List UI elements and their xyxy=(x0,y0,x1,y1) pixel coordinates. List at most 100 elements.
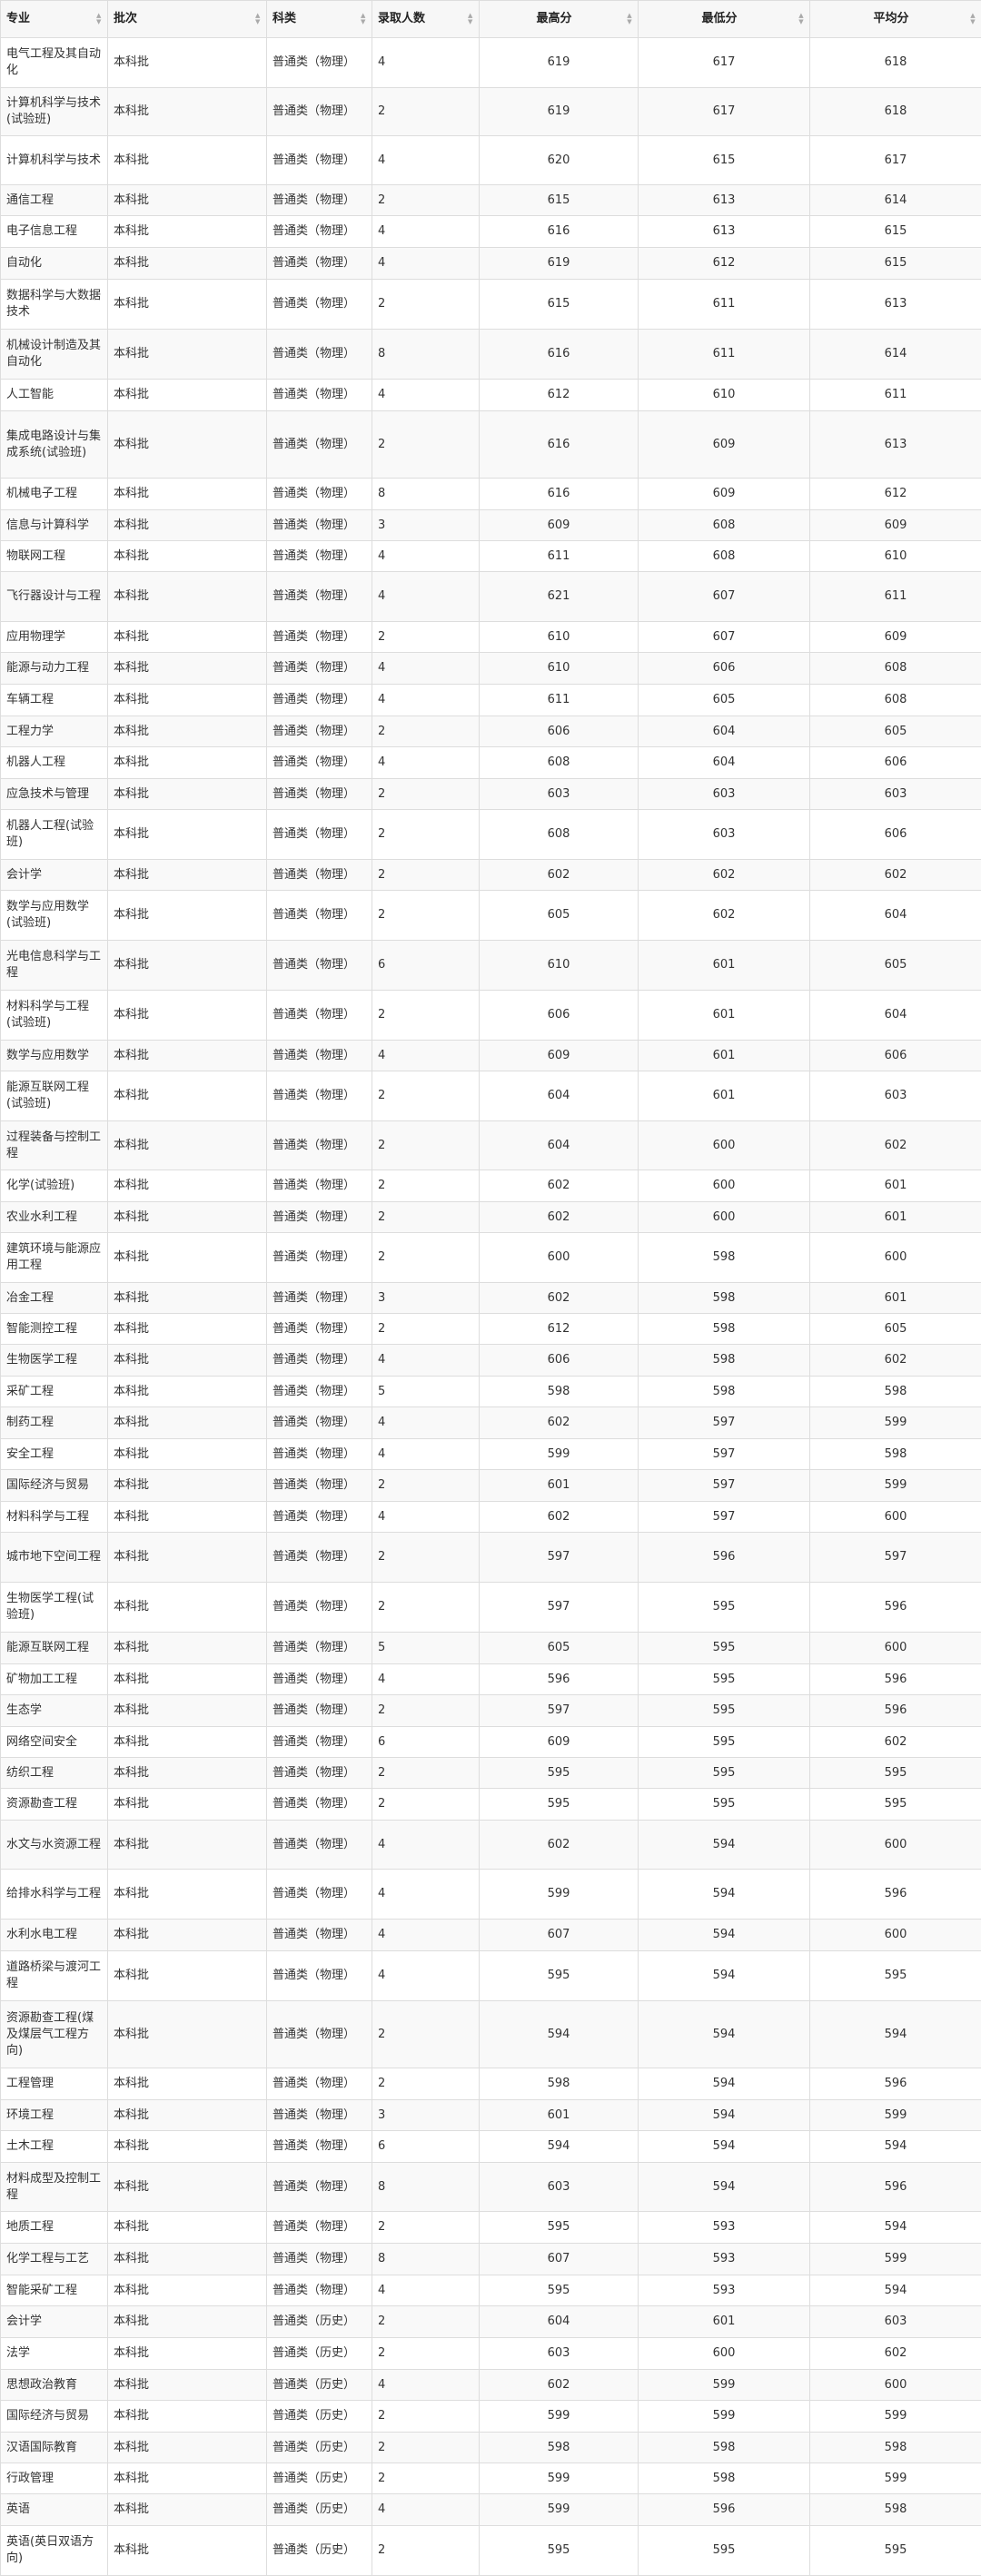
cell-max: 619 xyxy=(480,248,639,280)
cell-min: 601 xyxy=(639,991,810,1041)
cell-admitted: 2 xyxy=(372,2306,480,2338)
column-header-max[interactable]: 最高分 ▲▼ xyxy=(480,1,639,38)
cell-min: 606 xyxy=(639,653,810,685)
column-header-category[interactable]: 科类▲▼ xyxy=(267,1,372,38)
cell-admitted: 8 xyxy=(372,479,480,510)
cell-max: 598 xyxy=(480,2433,639,2463)
cell-min: 593 xyxy=(639,2212,810,2244)
cell-batch: 本科批 xyxy=(108,185,267,216)
cell-avg: 602 xyxy=(810,1345,981,1377)
sort-icon[interactable]: ▲▼ xyxy=(361,13,366,25)
cell-admitted: 2 xyxy=(372,1170,480,1202)
admission-scores-table: 专业▲▼批次▲▼科类▲▼录取人数▲▼最高分▲▼最低分▲▼平均分▲▼ 电气工程及其… xyxy=(0,0,981,2576)
cell-avg: 598 xyxy=(810,2494,981,2526)
table-row: 能源互联网工程本科批普通类（物理）5605595600 xyxy=(1,1633,981,1664)
cell-major: 材料科学与工程 xyxy=(1,1502,108,1533)
cell-avg: 602 xyxy=(810,860,981,891)
cell-avg: 608 xyxy=(810,685,981,716)
cell-category: 普通类（物理） xyxy=(267,2068,372,2100)
cell-major: 应用物理学 xyxy=(1,622,108,653)
table-row: 智能采矿工程本科批普通类（物理）4595593594 xyxy=(1,2275,981,2306)
cell-major: 智能测控工程 xyxy=(1,1314,108,1345)
cell-admitted: 2 xyxy=(372,2068,480,2100)
cell-category: 普通类（物理） xyxy=(267,1407,372,1439)
table-row: 能源互联网工程(试验班)本科批普通类（物理）2604601603 xyxy=(1,1071,981,1121)
cell-batch: 本科批 xyxy=(108,1821,267,1870)
table-row: 信息与计算科学本科批普通类（物理）3609608609 xyxy=(1,510,981,541)
table-row: 安全工程本科批普通类（物理）4599597598 xyxy=(1,1439,981,1470)
table-row: 电子信息工程本科批普通类（物理）4616613615 xyxy=(1,216,981,248)
cell-min: 607 xyxy=(639,622,810,653)
table-row: 车辆工程本科批普通类（物理）4611605608 xyxy=(1,685,981,716)
cell-batch: 本科批 xyxy=(108,1502,267,1533)
cell-admitted: 4 xyxy=(372,136,480,185)
cell-avg: 603 xyxy=(810,779,981,810)
table-row: 资源勘查工程(煤及煤层气工程方向)本科批普通类（物理）2594594594 xyxy=(1,2001,981,2068)
cell-avg: 613 xyxy=(810,280,981,330)
sort-icon[interactable]: ▲▼ xyxy=(96,13,102,25)
cell-min: 603 xyxy=(639,810,810,860)
table-row: 数学与应用数学本科批普通类（物理）4609601606 xyxy=(1,1041,981,1071)
cell-avg: 613 xyxy=(810,411,981,479)
table-row: 汉语国际教育本科批普通类（历史）2598598598 xyxy=(1,2433,981,2463)
cell-admitted: 4 xyxy=(372,1951,480,2001)
cell-max: 597 xyxy=(480,1583,639,1633)
cell-batch: 本科批 xyxy=(108,280,267,330)
cell-avg: 599 xyxy=(810,2401,981,2433)
cell-avg: 596 xyxy=(810,1583,981,1633)
cell-admitted: 2 xyxy=(372,1233,480,1283)
sort-icon[interactable]: ▲▼ xyxy=(627,13,632,25)
cell-major: 计算机科学与技术(试验班) xyxy=(1,88,108,136)
column-header-batch[interactable]: 批次 ▲▼ xyxy=(108,1,267,38)
column-header-label: 最高分 xyxy=(536,11,571,27)
cell-avg: 600 xyxy=(810,1633,981,1664)
cell-major: 能源互联网工程(试验班) xyxy=(1,1071,108,1121)
cell-max: 602 xyxy=(480,1821,639,1870)
column-header-label: 批次 xyxy=(114,11,137,27)
cell-category: 普通类（物理） xyxy=(267,810,372,860)
cell-batch: 本科批 xyxy=(108,1283,267,1314)
cell-admitted: 2 xyxy=(372,1202,480,1233)
column-header-admitted[interactable]: 录取人数▲▼ xyxy=(372,1,480,38)
cell-min: 594 xyxy=(639,1951,810,2001)
cell-min: 612 xyxy=(639,248,810,280)
cell-avg: 594 xyxy=(810,2212,981,2244)
cell-min: 597 xyxy=(639,1407,810,1439)
cell-major: 应急技术与管理 xyxy=(1,779,108,810)
cell-max: 616 xyxy=(480,216,639,248)
cell-batch: 本科批 xyxy=(108,541,267,572)
table-row: 冶金工程本科批普通类（物理）3602598601 xyxy=(1,1283,981,1314)
sort-icon[interactable]: ▲▼ xyxy=(468,13,473,25)
cell-admitted: 2 xyxy=(372,1470,480,1502)
cell-avg: 606 xyxy=(810,747,981,779)
table-row: 应用物理学本科批普通类（物理）2610607609 xyxy=(1,622,981,653)
cell-major: 机械设计制造及其自动化 xyxy=(1,330,108,380)
cell-min: 611 xyxy=(639,330,810,380)
sort-icon[interactable]: ▲▼ xyxy=(798,13,804,25)
cell-max: 603 xyxy=(480,2163,639,2212)
cell-category: 普通类（物理） xyxy=(267,38,372,88)
cell-admitted: 4 xyxy=(372,2275,480,2306)
cell-major: 通信工程 xyxy=(1,185,108,216)
column-header-major[interactable]: 专业▲▼ xyxy=(1,1,108,38)
cell-batch: 本科批 xyxy=(108,330,267,380)
table-row: 计算机科学与技术本科批普通类（物理）4620615617 xyxy=(1,136,981,185)
column-header-min[interactable]: 最低分▲▼ xyxy=(639,1,810,38)
cell-major: 安全工程 xyxy=(1,1439,108,1470)
cell-avg: 595 xyxy=(810,2526,981,2576)
sort-icon[interactable]: ▲▼ xyxy=(970,13,976,25)
table-row: 计算机科学与技术(试验班)本科批普通类（物理）2619617618 xyxy=(1,88,981,136)
sort-icon[interactable]: ▲▼ xyxy=(255,13,261,25)
cell-batch: 本科批 xyxy=(108,1377,267,1407)
cell-avg: 618 xyxy=(810,38,981,88)
cell-min: 602 xyxy=(639,891,810,941)
cell-admitted: 4 xyxy=(372,653,480,685)
cell-major: 工程力学 xyxy=(1,716,108,747)
cell-max: 597 xyxy=(480,1533,639,1583)
cell-major: 电子信息工程 xyxy=(1,216,108,248)
cell-max: 602 xyxy=(480,1202,639,1233)
cell-batch: 本科批 xyxy=(108,622,267,653)
cell-avg: 595 xyxy=(810,1951,981,2001)
column-header-avg[interactable]: 平均分▲▼ xyxy=(810,1,981,38)
cell-min: 613 xyxy=(639,216,810,248)
